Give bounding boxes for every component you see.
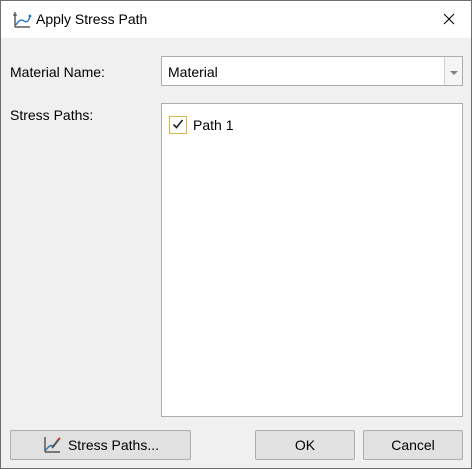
material-name-select[interactable]: Material [161,56,463,86]
stress-paths-button[interactable]: Stress Paths... [10,430,191,460]
stress-paths-label: Stress Paths: [10,107,94,123]
close-icon [443,12,455,28]
material-name-value: Material [168,64,218,80]
close-button[interactable] [426,1,471,38]
stress-paths-list[interactable]: Path 1 [161,103,463,417]
ok-button-label: OK [294,437,316,453]
chevron-down-icon [449,63,458,79]
material-name-label: Material Name: [10,64,105,80]
window-title: Apply Stress Path [36,11,148,27]
cancel-button[interactable]: Cancel [363,430,463,460]
checkmark-icon [172,117,184,133]
path-1-checkbox[interactable] [169,116,187,134]
cancel-button-label: Cancel [391,437,435,453]
stress-paths-button-label: Stress Paths... [67,437,160,453]
list-item[interactable]: Path 1 [169,115,233,135]
dialog-window: Apply Stress Path Material Name: Materia… [0,0,472,469]
ok-button[interactable]: OK [255,430,355,460]
stress-path-icon [12,10,32,30]
dropdown-button[interactable] [444,57,462,85]
title-bar[interactable]: Apply Stress Path [1,1,471,38]
path-1-label: Path 1 [193,117,234,133]
edit-stress-path-icon [42,435,62,455]
